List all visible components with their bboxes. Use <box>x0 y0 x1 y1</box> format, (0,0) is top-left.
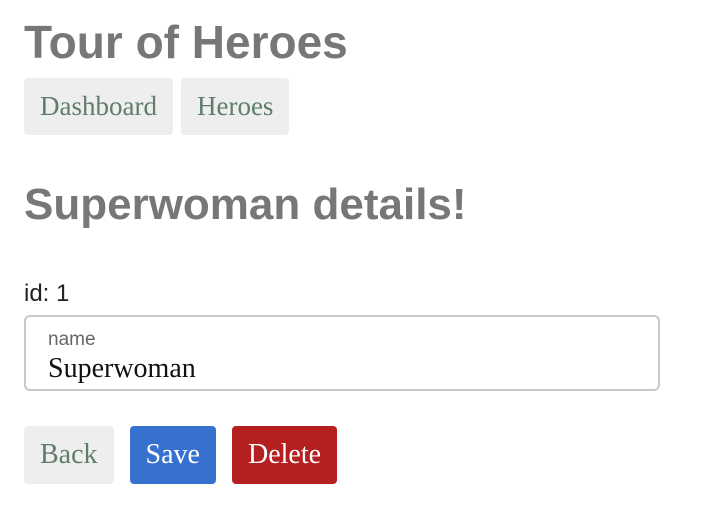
delete-button[interactable]: Delete <box>231 426 338 484</box>
back-button[interactable]: Back <box>24 426 114 484</box>
hero-details-title: Superwoman details! <box>24 180 467 229</box>
hero-name-label: name <box>48 329 96 350</box>
action-buttons: Back Save Delete <box>24 426 338 484</box>
main-nav: Dashboard Heroes <box>24 78 290 135</box>
nav-link-heroes[interactable]: Heroes <box>180 78 290 135</box>
nav-link-dashboard[interactable]: Dashboard <box>24 78 173 135</box>
app-title: Tour of Heroes <box>24 16 348 68</box>
hero-name-field[interactable]: name <box>24 315 660 391</box>
hero-name-input[interactable] <box>48 353 628 385</box>
save-button[interactable]: Save <box>129 426 216 484</box>
hero-id: id: 1 <box>24 280 70 307</box>
